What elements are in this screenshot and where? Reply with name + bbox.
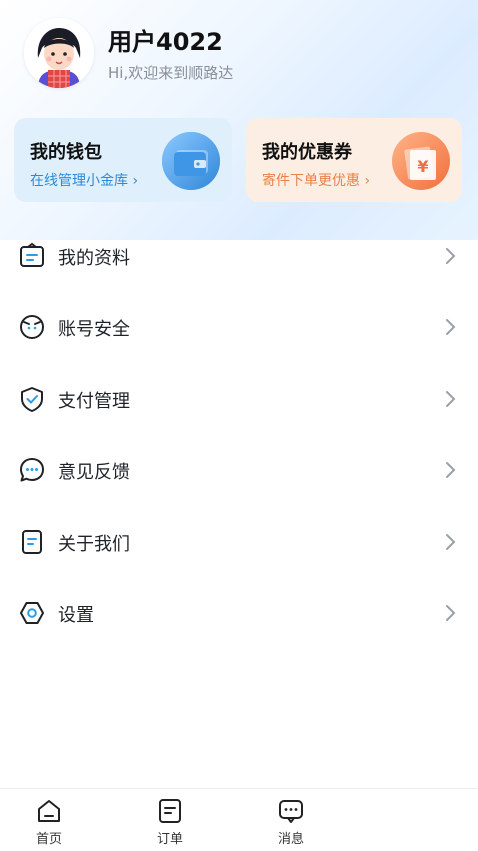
- wallet-title: 我的钱包: [30, 142, 102, 163]
- menu-item-account-security[interactable]: 账号安全: [0, 291, 478, 362]
- chevron-right-icon: [446, 248, 456, 264]
- wallet-card[interactable]: 我的钱包 在线管理小金库 ›: [14, 118, 232, 202]
- menu-label: 意见反馈: [58, 462, 130, 484]
- chevron-right-icon: [446, 604, 456, 621]
- payment-shield-icon: [21, 386, 43, 412]
- welcome-text: Hi,欢迎来到顺路达: [108, 64, 234, 82]
- feedback-chat-icon: [20, 458, 44, 482]
- coupon-card[interactable]: 我的优惠券 寄件下单更优惠 › ¥: [246, 118, 462, 202]
- tab-label: 消息: [277, 832, 304, 847]
- menu-label: 关于我们: [58, 533, 130, 555]
- svg-text:¥: ¥: [417, 157, 428, 176]
- coupon-yen-icon: ¥: [392, 132, 450, 190]
- message-icon: [279, 800, 303, 823]
- menu-label: 账号安全: [58, 319, 130, 341]
- menu-item-profile[interactable]: 我的资料: [0, 220, 478, 291]
- home-icon: [38, 800, 60, 822]
- chevron-right-icon: [446, 319, 456, 336]
- tab-messages[interactable]: 消息: [251, 797, 331, 847]
- order-icon: [159, 799, 181, 823]
- coupon-subtitle: 寄件下单更优惠 ›: [262, 173, 371, 189]
- about-doc-icon: [22, 529, 42, 554]
- settings-menu: 我的资料 账号安全 支付管理 意见反馈 关于我们 设置: [0, 220, 478, 648]
- menu-item-settings[interactable]: 设置: [0, 577, 478, 648]
- chevron-right-icon: [446, 390, 456, 407]
- tab-label: 订单: [156, 832, 183, 847]
- chevron-right-icon: [446, 462, 456, 479]
- profile-header: 用户4022 Hi,欢迎来到顺路达: [24, 18, 444, 90]
- menu-item-feedback[interactable]: 意见反馈: [0, 434, 478, 505]
- menu-item-about[interactable]: 关于我们: [0, 506, 478, 577]
- menu-label: 设置: [58, 604, 94, 626]
- wallet-subtitle: 在线管理小金库 ›: [30, 173, 139, 189]
- avatar[interactable]: [24, 18, 94, 88]
- coupon-title: 我的优惠券: [262, 142, 352, 163]
- username: 用户4022: [108, 28, 223, 56]
- menu-label: 支付管理: [58, 390, 130, 412]
- profile-id-icon: [20, 242, 44, 267]
- tab-orders[interactable]: 订单: [130, 797, 210, 847]
- account-security-icon: [20, 315, 44, 340]
- menu-label: 我的资料: [58, 248, 130, 269]
- tab-home[interactable]: 首页: [9, 797, 89, 847]
- settings-hex-icon: [20, 601, 44, 624]
- bottom-tab-bar: 首页 订单 消息: [0, 788, 478, 851]
- wallet-icon: [162, 132, 220, 190]
- menu-item-payment[interactable]: 支付管理: [0, 363, 478, 434]
- chevron-right-icon: [446, 533, 456, 550]
- tab-label: 首页: [35, 832, 62, 847]
